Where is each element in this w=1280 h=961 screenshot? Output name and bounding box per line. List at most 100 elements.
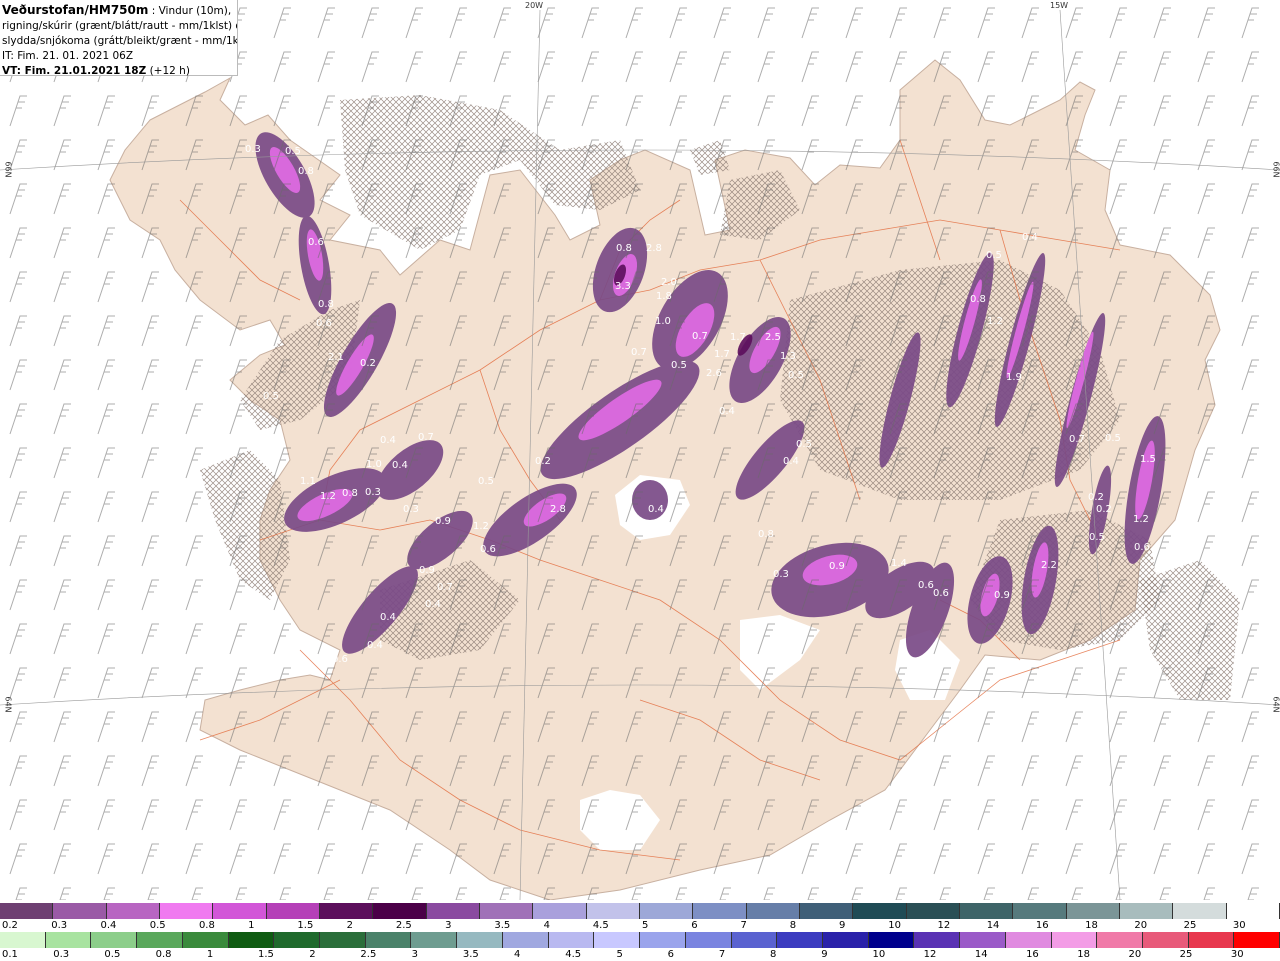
precip-value-label: 0.7	[631, 347, 647, 358]
precip-value-label: 1.2	[320, 491, 336, 502]
precip-value-label: 0.8	[298, 166, 314, 177]
latitude-label-left-66n: 66N	[3, 161, 13, 178]
rain-legend-swatch	[320, 932, 366, 948]
snow-legend-label: 9	[838, 920, 846, 931]
longitude-label-15w: 15W	[1050, 1, 1069, 10]
snow-legend-label: 8	[789, 920, 797, 931]
snow-legend-label: 1.5	[297, 920, 314, 931]
rain-legend-label: 4	[514, 949, 521, 960]
info-initial-time: IT: Fim. 21. 01. 2021 06Z	[2, 50, 134, 62]
precip-value-label: 0.6	[308, 237, 324, 248]
map-info-box: Veðurstofan/HM750m : Vindur (10m), rigni…	[0, 0, 238, 79]
precip-value-label: 0.8	[758, 529, 774, 540]
snow-legend-colorbar	[0, 903, 1280, 919]
info-title-line: Veðurstofan/HM750m : Vindur (10m),	[2, 3, 237, 19]
precip-value-label: 0.8	[970, 294, 986, 305]
snow-legend-label: 20	[1134, 920, 1148, 931]
snow-legend-label: 14	[986, 920, 1000, 931]
rain-legend-swatch	[502, 932, 549, 948]
snow-legend-swatch	[959, 903, 1014, 919]
rain-legend-swatch	[594, 932, 641, 948]
snow-legend-swatch	[746, 903, 800, 919]
precip-value-label: 0.4	[367, 640, 383, 651]
precip-value-label: 0.8	[318, 299, 334, 310]
rain-legend-swatch	[960, 932, 1006, 948]
precip-value-label: 1.7	[714, 349, 730, 360]
precip-value-label: 0.4	[783, 456, 799, 467]
snow-legend-label: 0.2	[2, 920, 18, 931]
precip-value-label: 3.3	[615, 281, 631, 292]
snow-legend-swatch	[1173, 903, 1227, 919]
rain-legend-label: 8	[770, 949, 777, 960]
snow-legend-label: 25	[1183, 920, 1197, 931]
rain-legend-label: 18	[1077, 949, 1090, 960]
precip-value-label: 0.2	[1088, 492, 1104, 503]
precip-value-label: 0.7	[437, 582, 453, 593]
precip-value-label: 0.3	[245, 144, 261, 155]
snow-legend-swatch	[533, 903, 587, 919]
snow-legend-swatch	[266, 903, 320, 919]
snow-legend-label: 0.4	[100, 920, 117, 931]
info-source: Veðurstofan/HM750m	[2, 3, 149, 17]
snow-legend-swatch	[1066, 903, 1120, 919]
rain-legend-swatch	[91, 932, 138, 948]
snow-legend-swatch	[319, 903, 374, 919]
rain-legend-swatch	[411, 932, 458, 948]
precip-value-label: 0.4	[648, 504, 664, 515]
snow-legend-labels: 0.2 0.3 0.4 0.5 0.8 1 1.5 2 2.5 3 3.5 4 4.5 5 6 7 8 9 10 12…	[0, 919, 1280, 932]
rain-legend-swatch	[868, 932, 915, 948]
rain-legend-swatch	[1234, 932, 1280, 948]
rain-legend-swatch	[45, 932, 92, 948]
snow-legend-label: 16	[1035, 920, 1049, 931]
snow-legend-label: 3	[445, 920, 452, 931]
precip-value-label: 0.5	[1105, 433, 1121, 444]
precip-value-label: 0.4	[392, 460, 408, 471]
info-valid-time: VT: Fim. 21.01.2021 18Z	[2, 65, 147, 77]
precip-value-label: 0.2	[535, 456, 551, 467]
precip-value-label: 0.5	[285, 146, 301, 157]
rain-legend-swatch	[1142, 932, 1189, 948]
rain-legend-label: 5	[616, 949, 623, 960]
precip-value-label: 0.8	[616, 243, 632, 254]
precip-value-label: 0.2	[1096, 504, 1112, 515]
precip-value-label: 0.5	[986, 250, 1002, 261]
longitude-label-20w: 20W	[525, 1, 544, 10]
precip-value-label: 0.4	[1022, 232, 1038, 243]
precip-value-label: 1.5	[1140, 454, 1156, 465]
snow-legend-swatch	[53, 903, 107, 919]
rain-legend-label: 10	[872, 949, 886, 960]
rain-legend-label: 25	[1179, 949, 1193, 960]
precip-value-label: 0.5	[796, 439, 812, 450]
rain-legend-swatch	[548, 932, 595, 948]
snow-legend-swatch	[1226, 903, 1280, 919]
weather-map: 0.3 0.5 0.8 0.6 0.8 0.6 2.1 0.2 0.5 0.4 0.7 1.0 0.4 1…	[0, 0, 1280, 960]
latitude-label-right-64n: 64N	[1271, 696, 1280, 713]
precip-value-label: 1.1	[300, 476, 316, 487]
precip-value-label: 0.7	[418, 432, 434, 443]
snow-legend-label: 18	[1085, 920, 1098, 931]
wind-barbs	[0, 0, 1280, 900]
precip-value-label: 0.5	[788, 370, 804, 381]
precip-value-label: 2.6	[706, 368, 722, 379]
snow-legend-swatch	[426, 903, 480, 919]
info-valid-time-line: VT: Fim. 21.01.2021 18Z (+12 h)	[2, 64, 237, 79]
precip-value-label: 1.9	[1006, 372, 1022, 383]
map-canvas: 0.3 0.5 0.8 0.6 0.8 0.6 2.1 0.2 0.5 0.4 0.7 1.0 0.4 1…	[0, 0, 1280, 901]
rain-legend-swatch	[1005, 932, 1052, 948]
rain-legend-label: 0.3	[53, 949, 70, 960]
precip-value-label: 2.8	[646, 243, 662, 254]
snow-legend-label: 4.5	[592, 920, 609, 931]
rain-legend-label: 3	[411, 949, 418, 960]
precip-value-label: 1.2	[473, 521, 489, 532]
precip-value-label: 0.5	[263, 391, 279, 402]
precip-value-label: 0.9	[435, 516, 451, 527]
precip-value-label: 2.0	[661, 277, 677, 288]
snow-legend-swatch	[693, 903, 747, 919]
rain-legend-label: 2	[309, 949, 316, 960]
precip-value-label: 0.4	[719, 406, 735, 417]
snow-legend-label: 3.5	[494, 920, 511, 931]
rain-legend-swatch	[137, 932, 183, 948]
precip-value-label: 0.6	[480, 544, 496, 555]
precip-value-label: 1.0	[655, 316, 671, 327]
precip-value-label: 1.7	[730, 332, 746, 343]
